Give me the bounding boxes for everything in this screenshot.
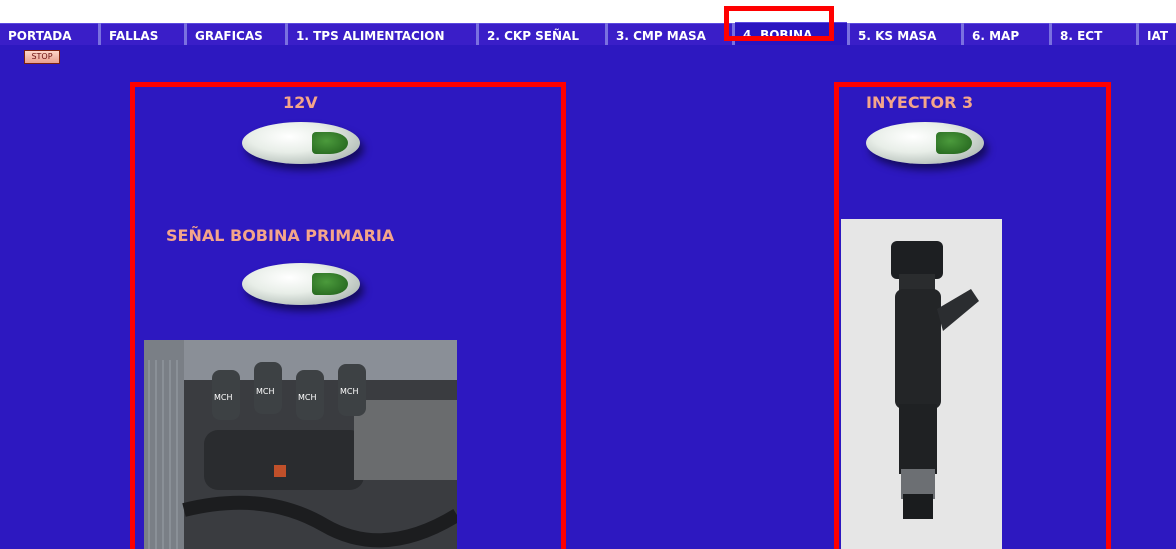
tab-label: GRAFICAS — [195, 29, 263, 43]
injector-3-led[interactable] — [866, 122, 984, 164]
tab-label: 8. ECT — [1060, 29, 1103, 43]
led-light — [312, 132, 348, 154]
tab-label: IAT — [1147, 29, 1169, 43]
tab-label: PORTADA — [8, 29, 72, 43]
coil-brand-label: MCH — [256, 387, 275, 396]
tab-label: 3. CMP MASA — [616, 29, 706, 43]
tab-graficas[interactable]: GRAFICAS — [187, 23, 285, 45]
coil-brand-label: MCH — [214, 393, 233, 402]
tab-ks-masa[interactable]: 5. KS MASA — [850, 23, 961, 45]
tab-tps-alimentacion[interactable]: 1. TPS ALIMENTACION — [288, 23, 476, 45]
tab-iat[interactable]: IAT — [1139, 23, 1176, 45]
coil-brand-label: MCH — [340, 387, 359, 396]
indicator-12v-label: 12V — [283, 93, 318, 112]
tab-label: FALLAS — [109, 29, 159, 43]
injector-illustration — [841, 219, 1002, 549]
tab-cmp-masa[interactable]: 3. CMP MASA — [608, 23, 732, 45]
tab-panel: STOP 12V SEÑAL BOBINA PRIMARIA MCH MCH M… — [0, 45, 1176, 549]
tab-ect[interactable]: 8. ECT — [1052, 23, 1136, 45]
indicator-primary-signal-label: SEÑAL BOBINA PRIMARIA — [166, 226, 395, 245]
indicator-primary-signal-led[interactable] — [242, 263, 360, 305]
stop-button-label: STOP — [31, 52, 53, 61]
injector-photo — [841, 219, 1002, 549]
tab-portada[interactable]: PORTADA — [0, 23, 98, 45]
tab-label: 5. KS MASA — [858, 29, 937, 43]
tab-label: 2. CKP SEÑAL — [487, 29, 579, 43]
ignition-coil-illustration: MCH MCH MCH MCH — [144, 340, 457, 549]
led-light — [936, 132, 972, 154]
active-tab-highlight — [724, 6, 834, 41]
tab-label: 6. MAP — [972, 29, 1020, 43]
tab-label: 1. TPS ALIMENTACION — [296, 29, 445, 43]
stop-button[interactable]: STOP — [24, 50, 60, 64]
tab-map[interactable]: 6. MAP — [964, 23, 1049, 45]
ignition-coil-photo: MCH MCH MCH MCH — [144, 340, 457, 549]
indicator-12v-led[interactable] — [242, 122, 360, 164]
coil-brand-label: MCH — [298, 393, 317, 402]
injector-3-label: INYECTOR 3 — [866, 93, 974, 112]
tab-fallas[interactable]: FALLAS — [101, 23, 184, 45]
led-light — [312, 273, 348, 295]
tab-bar: PORTADA FALLAS GRAFICAS 1. TPS ALIMENTAC… — [0, 22, 1176, 45]
tab-ckp-senal[interactable]: 2. CKP SEÑAL — [479, 23, 605, 45]
